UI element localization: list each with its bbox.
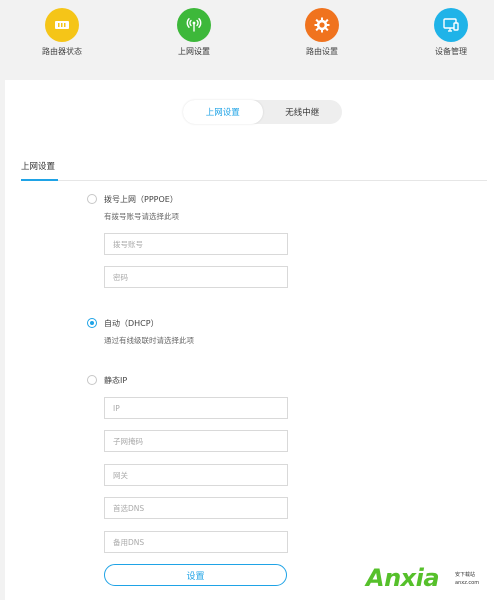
gear-icon (305, 8, 339, 42)
section-title-underline (21, 179, 58, 181)
watermark-brand: Anxia (366, 564, 440, 592)
watermark-url: anxz.com (455, 580, 480, 586)
nav-item-router-status[interactable]: 路由器状态 (17, 8, 107, 57)
save-button[interactable]: 设置 (104, 564, 287, 586)
pppoe-password-input[interactable] (104, 266, 288, 288)
device-screen-icon (434, 8, 468, 42)
secondary-dns-input[interactable] (104, 531, 288, 553)
gateway-input[interactable] (104, 464, 288, 486)
nav-item-internet-settings[interactable]: 上网设置 (149, 8, 239, 57)
dhcp-radio[interactable] (87, 318, 97, 328)
primary-dns-input[interactable] (104, 497, 288, 519)
pppoe-radio[interactable] (87, 194, 97, 204)
ip-input[interactable] (104, 397, 288, 419)
dhcp-description: 通过有线级联时请选择此项 (104, 336, 194, 345)
pppoe-description: 有拨号账号请选择此项 (104, 212, 179, 221)
section-divider (21, 180, 487, 181)
watermark-logo: Anxia 安下载站 anxz.com (366, 564, 492, 596)
nav-label: 路由器状态 (42, 47, 82, 56)
mode-tabs: 上网设置 无线中继 (183, 100, 342, 124)
pppoe-account-input[interactable] (104, 233, 288, 255)
subnet-mask-input[interactable] (104, 430, 288, 452)
settings-panel: 上网设置 无线中继 上网设置 拨号上网（PPPOE） 有拨号账号请选择此项 自动… (5, 80, 494, 600)
wifi-antenna-icon (177, 8, 211, 42)
tab-wireless-repeater[interactable]: 无线中继 (263, 100, 343, 124)
watermark-tagline: 安下载站 (455, 572, 476, 578)
tab-internet-settings[interactable]: 上网设置 (183, 100, 263, 124)
nav-label: 设备管理 (435, 47, 467, 56)
nav-label: 上网设置 (178, 47, 210, 56)
static-ip-radio[interactable] (87, 375, 97, 385)
pppoe-label: 拨号上网（PPPOE） (104, 195, 178, 204)
nav-item-router-settings[interactable]: 路由设置 (277, 8, 367, 57)
top-nav: 路由器状态 上网设置 路由设置 设备管理 (0, 0, 494, 78)
section-title: 上网设置 (21, 162, 56, 172)
static-ip-label: 静态IP (104, 376, 128, 385)
router-status-icon (45, 8, 79, 42)
nav-label: 路由设置 (306, 47, 338, 56)
dhcp-label: 自动（DHCP） (104, 319, 159, 328)
nav-item-device-management[interactable]: 设备管理 (406, 8, 494, 57)
